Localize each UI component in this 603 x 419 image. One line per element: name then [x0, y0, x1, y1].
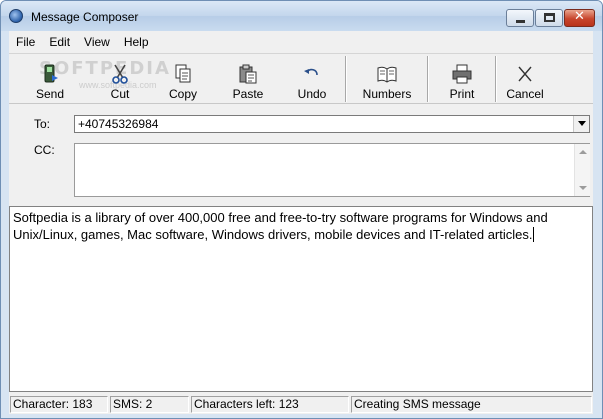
print-label: Print: [449, 87, 475, 101]
copy-icon: [172, 63, 194, 85]
status-characters: Character: 183: [10, 396, 108, 413]
undo-icon: [301, 63, 323, 85]
close-icon: ✕: [574, 9, 585, 24]
to-combobox[interactable]: +40745326984: [74, 115, 590, 133]
message-textarea[interactable]: Softpedia is a library of over 400,000 f…: [9, 206, 593, 392]
status-bar: Character: 183 SMS: 2 Characters left: 1…: [9, 395, 593, 414]
cancel-x-icon: [514, 63, 536, 85]
status-state: Creating SMS message: [351, 396, 592, 413]
minimize-button[interactable]: [506, 9, 534, 27]
print-button[interactable]: Print: [435, 54, 489, 105]
close-button[interactable]: ✕: [564, 9, 595, 27]
cc-scrollbar-track: [574, 144, 590, 196]
cut-label: Cut: [110, 87, 130, 101]
window-title: Message Composer: [31, 10, 139, 24]
title-bar[interactable]: Message Composer ✕: [1, 1, 602, 31]
cancel-button[interactable]: Cancel: [497, 54, 553, 105]
to-dropdown-button[interactable]: [573, 116, 589, 132]
scissors-icon: [109, 63, 131, 85]
send-label: Send: [35, 87, 65, 101]
message-text: Softpedia is a library of over 400,000 f…: [13, 210, 548, 242]
to-label: To:: [34, 117, 51, 131]
to-value: +40745326984: [78, 117, 159, 131]
globe-icon: [9, 9, 23, 23]
menu-view[interactable]: View: [77, 31, 117, 53]
cut-button[interactable]: Cut: [93, 54, 147, 105]
paste-icon: [237, 63, 259, 85]
status-sms-count: SMS: 2: [110, 396, 189, 413]
menu-edit[interactable]: Edit: [42, 31, 77, 53]
toolbar: SOFTPEDIA www.softpedia.com Send Cut Cop…: [9, 53, 593, 104]
numbers-label: Numbers: [362, 87, 412, 101]
menu-file[interactable]: File: [9, 31, 42, 53]
copy-label: Copy: [168, 87, 197, 101]
book-icon: [376, 63, 398, 85]
maximize-button[interactable]: [535, 9, 563, 27]
scroll-down-icon[interactable]: [579, 186, 587, 190]
cc-label: CC:: [34, 143, 55, 157]
toolbar-separator: [345, 56, 347, 102]
scroll-up-icon[interactable]: [579, 150, 587, 154]
client-area: File Edit View Help SOFTPEDIA www.softpe…: [9, 31, 593, 414]
cc-scrollbar[interactable]: [574, 144, 590, 196]
menu-help[interactable]: Help: [117, 31, 156, 53]
message-composer-window: Message Composer ✕ File Edit View Help S…: [0, 0, 603, 419]
printer-icon: [451, 63, 473, 85]
menu-bar: File Edit View Help: [9, 31, 593, 53]
undo-button[interactable]: Undo: [285, 54, 339, 105]
maximize-icon: [544, 13, 555, 22]
send-button[interactable]: Send: [23, 54, 77, 105]
send-phone-icon: [39, 63, 61, 85]
text-caret: [533, 227, 535, 242]
chevron-down-icon: [578, 121, 586, 126]
undo-label: Undo: [297, 87, 327, 101]
copy-button[interactable]: Copy: [156, 54, 210, 105]
toolbar-separator: [427, 56, 429, 102]
minimize-icon: [516, 20, 525, 23]
cc-textarea[interactable]: [74, 143, 590, 197]
cancel-label: Cancel: [506, 87, 544, 101]
paste-button[interactable]: Paste: [221, 54, 275, 105]
paste-label: Paste: [232, 87, 264, 101]
numbers-button[interactable]: Numbers: [359, 54, 415, 105]
status-characters-left: Characters left: 123: [191, 396, 349, 413]
